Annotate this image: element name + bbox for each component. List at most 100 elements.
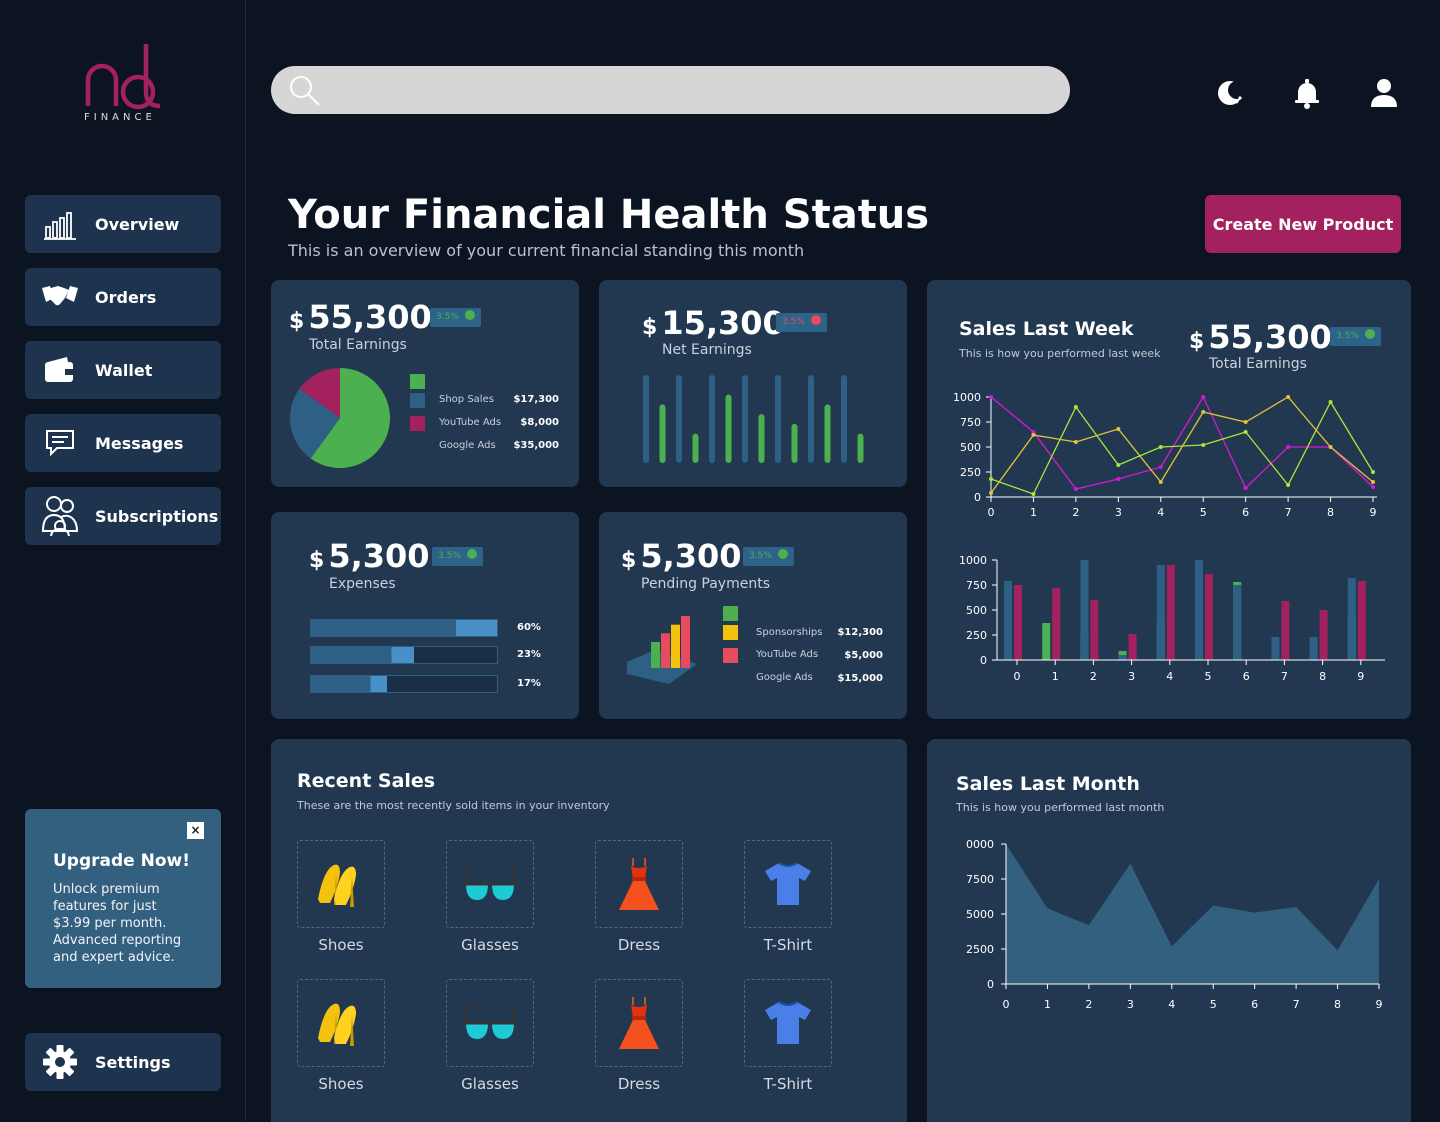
data-point [1243, 430, 1248, 434]
product-item[interactable]: Dress [595, 979, 683, 1093]
total-earnings-amount: $55,300 [289, 298, 432, 336]
info-icon [810, 315, 821, 325]
sidebar-item-overview[interactable]: Overview [25, 195, 221, 253]
bar [841, 375, 847, 463]
bar [1080, 560, 1089, 660]
week-line-chart: 0 250 500 750 1000 0 1 2 3 4 5 6 7 8 9 [953, 391, 1377, 519]
bar [1166, 565, 1175, 660]
y-tick-label: 500 [966, 604, 987, 617]
x-tick-label: 6 [1242, 506, 1249, 519]
x-tick-label: 1 [1052, 670, 1059, 683]
data-point [1116, 427, 1121, 431]
brand-name: FINANCE [84, 112, 156, 123]
x-tick-label: 7 [1281, 670, 1288, 683]
x-tick-label: 8 [1334, 998, 1341, 1011]
sidebar-item-label: Settings [95, 1052, 171, 1072]
sidebar-item-settings[interactable]: Settings [25, 1033, 221, 1091]
data-point [1073, 440, 1078, 444]
bar [661, 633, 670, 668]
recent-sales-card: Recent Sales These are the most recently… [271, 739, 907, 1122]
product-label: T-Shirt [763, 936, 813, 954]
product-item[interactable]: T-Shirt [744, 979, 832, 1093]
sales-last-month-title: Sales Last Month [956, 773, 1140, 795]
data-point [1158, 445, 1163, 449]
y-tick-label: 2500 [966, 943, 994, 956]
sales-last-month-card: Sales Last Month This is how you perform… [927, 739, 1411, 1122]
data-point [1116, 463, 1121, 467]
currency-symbol: $ [621, 548, 637, 573]
change-badge: 3.5% [430, 308, 481, 327]
bar [824, 404, 831, 463]
bar [1233, 585, 1242, 660]
net-earnings-bar-chart [643, 375, 864, 463]
bar [1319, 610, 1328, 660]
progress-label: 60% [517, 622, 541, 633]
y-tick-label: 250 [966, 629, 987, 642]
bar [1128, 634, 1137, 660]
data-point [1371, 485, 1375, 489]
info-icon [1364, 329, 1375, 339]
currency-symbol: $ [642, 315, 658, 340]
product-item[interactable]: Glasses [446, 979, 534, 1093]
heels-icon [297, 840, 385, 928]
sidebar-item-messages[interactable]: Messages [25, 414, 221, 472]
product-label: Glasses [461, 936, 519, 954]
x-tick-label: 2 [1090, 670, 1097, 683]
legend-label: Sponsorships [756, 627, 823, 638]
data-point [1243, 486, 1248, 490]
expenses-card: $5,300 3.5% Expenses 60% 23% 17% [271, 512, 579, 719]
total-earnings-label: Total Earnings [309, 337, 407, 353]
sidebar-item-subscriptions[interactable]: Subscriptions [25, 487, 221, 545]
x-tick-label: 9 [1357, 670, 1364, 683]
product-item[interactable]: Shoes [297, 840, 385, 954]
pending-bar-illustration [627, 616, 697, 684]
y-tick-label: 0 [987, 978, 994, 991]
legend-swatch [723, 606, 738, 621]
search-input[interactable] [271, 66, 1070, 114]
x-tick-label: 2 [1085, 998, 1092, 1011]
product-item[interactable]: Glasses [446, 840, 534, 954]
data-point [1243, 420, 1248, 424]
wallet-icon [25, 341, 95, 399]
bar [651, 642, 660, 668]
sidebar-item-orders[interactable]: Orders [25, 268, 221, 326]
bell-icon[interactable] [1290, 76, 1324, 110]
sales-week-amount: $55,300 [1189, 318, 1332, 356]
product-item[interactable]: Shoes [297, 979, 385, 1093]
close-icon[interactable]: × [187, 822, 204, 839]
bar [1347, 578, 1356, 660]
y-tick-label: 750 [960, 416, 981, 429]
bar [709, 375, 715, 463]
data-point [1031, 492, 1036, 496]
amount-value: 15,300 [661, 304, 785, 342]
bar [758, 414, 765, 463]
bar [1195, 560, 1203, 660]
data-point [1371, 480, 1375, 484]
create-new-product-button[interactable]: Create New Product [1205, 195, 1401, 253]
expenses-amount: $5,300 [309, 537, 430, 575]
x-tick-label: 6 [1251, 998, 1258, 1011]
legend-value: $17,300 [513, 394, 559, 405]
product-item[interactable]: T-Shirt [744, 840, 832, 954]
earnings-pie-chart [290, 368, 390, 468]
amount-value: 55,300 [308, 298, 432, 336]
series-line [990, 396, 1374, 494]
progress-fill [311, 647, 414, 663]
sunglasses-icon [446, 979, 534, 1067]
product-item[interactable]: Dress [595, 840, 683, 954]
x-tick-label: 7 [1285, 506, 1292, 519]
bar [692, 433, 699, 463]
sidebar-item-wallet[interactable]: Wallet [25, 341, 221, 399]
bar [659, 404, 666, 463]
y-tick-label: 250 [960, 466, 981, 479]
x-tick-label: 1 [1044, 998, 1051, 1011]
data-point [1116, 477, 1121, 481]
theme-toggle-icon[interactable] [1213, 76, 1247, 110]
dress-icon [595, 979, 683, 1067]
user-icon[interactable] [1367, 76, 1401, 110]
data-point [1201, 443, 1206, 447]
bar [1309, 637, 1318, 660]
product-label: Dress [617, 1075, 661, 1093]
amount-value: 5,300 [328, 537, 430, 575]
data-point [1073, 487, 1078, 491]
